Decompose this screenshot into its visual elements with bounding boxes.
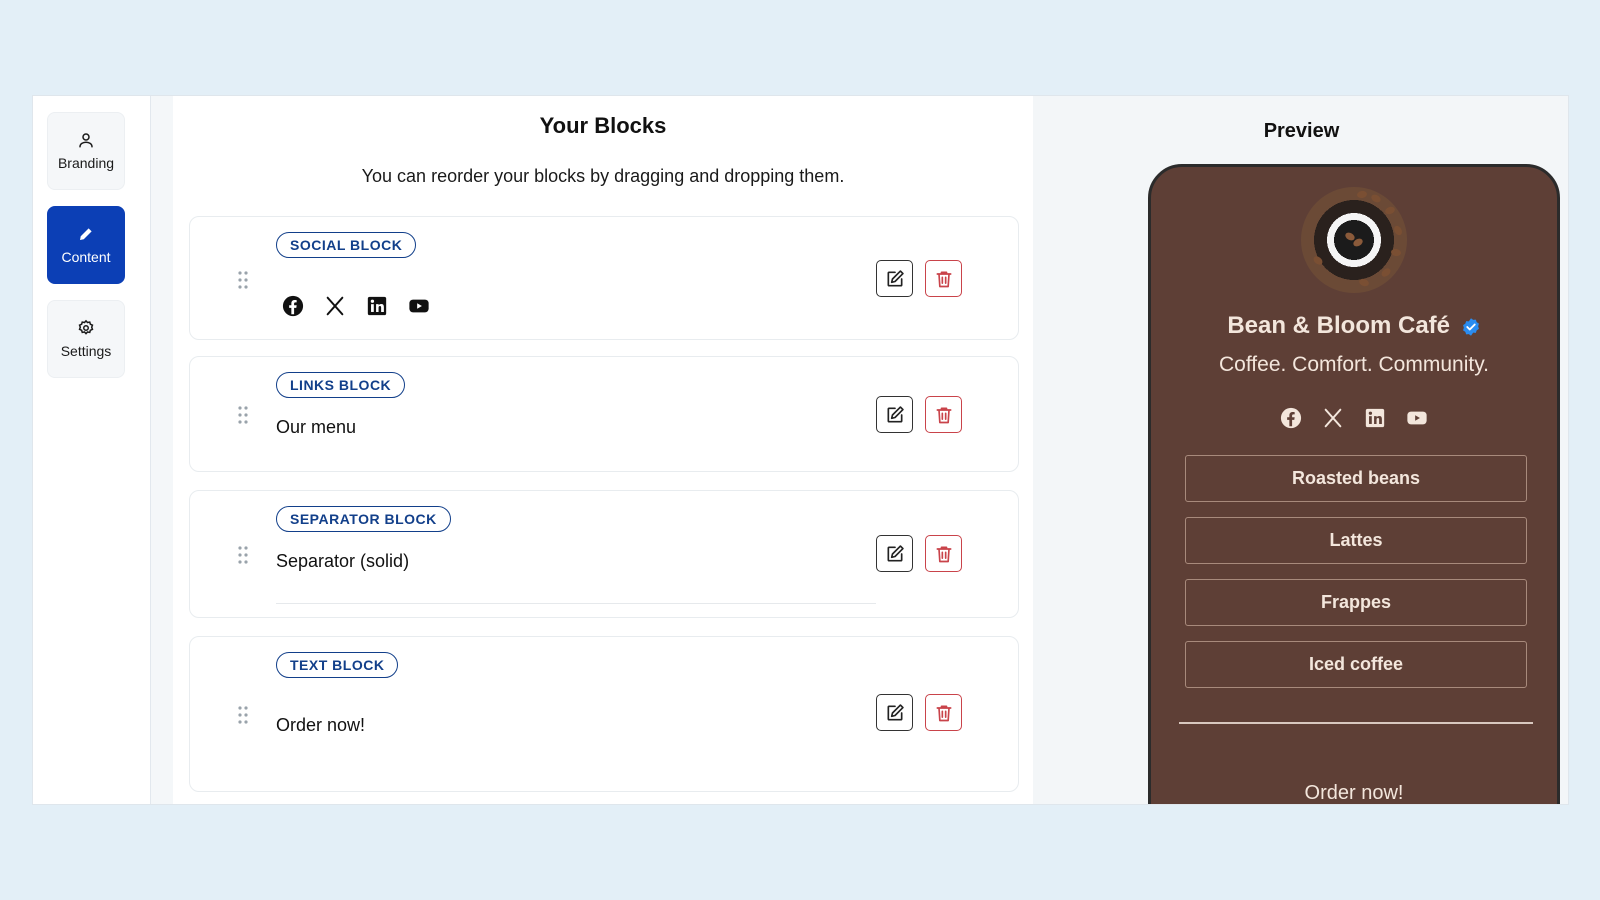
brand-name: Bean & Bloom Café: [1151, 312, 1557, 340]
delete-button[interactable]: [925, 535, 962, 572]
social-icons: [282, 295, 430, 317]
sidebar: Branding Content Settings: [33, 96, 151, 804]
trash-icon: [936, 407, 951, 423]
gutter: [151, 96, 173, 804]
edit-button[interactable]: [876, 260, 913, 297]
drag-handle-icon[interactable]: [238, 406, 248, 424]
brand-name-text: Bean & Bloom Café: [1227, 312, 1451, 339]
sidebar-item-label: Content: [61, 249, 111, 265]
delete-button[interactable]: [925, 260, 962, 297]
linkedin-icon[interactable]: [1364, 407, 1386, 429]
block-type-badge: SOCIAL BLOCK: [276, 232, 417, 258]
delete-button[interactable]: [925, 694, 962, 731]
links-block[interactable]: LINKS BLOCK Our menu: [189, 356, 1019, 472]
preview-social-icons: [1151, 407, 1557, 429]
linkedin-icon: [367, 296, 387, 316]
separator-block[interactable]: SEPARATOR BLOCK Separator (solid): [189, 490, 1019, 618]
social-block[interactable]: SOCIAL BLOCK: [189, 216, 1019, 340]
edit-button[interactable]: [876, 396, 913, 433]
sidebar-item-content[interactable]: Content: [47, 206, 125, 284]
preview-link-button[interactable]: Roasted beans: [1185, 455, 1527, 502]
edit-button[interactable]: [876, 694, 913, 731]
x-icon: [326, 296, 344, 316]
gear-icon: [78, 319, 94, 335]
separator-preview-line: [276, 603, 876, 604]
preview-link-button[interactable]: Lattes: [1185, 517, 1527, 564]
block-text: Our menu: [276, 417, 357, 437]
youtube-icon: [409, 299, 429, 313]
trash-icon: [936, 705, 951, 721]
edit-icon: [887, 269, 904, 286]
verified-badge-icon: [1462, 317, 1479, 336]
drag-handle-icon[interactable]: [238, 271, 248, 289]
block-type-badge: SEPARATOR BLOCK: [276, 506, 451, 532]
block-type-badge: TEXT BLOCK: [276, 652, 399, 678]
pencil-icon: [80, 228, 92, 240]
brand-tagline: Coffee. Comfort. Community.: [1219, 353, 1489, 376]
sidebar-item-label: Settings: [60, 343, 112, 359]
delete-button[interactable]: [925, 396, 962, 433]
trash-icon: [936, 271, 951, 287]
x-icon[interactable]: [1322, 407, 1344, 429]
page-title: Your Blocks: [539, 113, 667, 138]
block-type-badge: LINKS BLOCK: [276, 372, 406, 398]
page-subtitle: You can reorder your blocks by dragging …: [361, 166, 845, 186]
text-block[interactable]: TEXT BLOCK Order now!: [189, 636, 1019, 792]
preview-link-button[interactable]: Frappes: [1185, 579, 1527, 626]
preview-separator: [1179, 722, 1533, 724]
preview-title: Preview: [1263, 120, 1340, 142]
preview-link-button[interactable]: Iced coffee: [1185, 641, 1527, 688]
sidebar-item-label: Branding: [57, 155, 115, 171]
edit-icon: [887, 703, 904, 720]
drag-handle-icon[interactable]: [238, 706, 248, 724]
preview-panel: Preview Bean & Bloom Café Coffee. Comfor…: [1033, 96, 1568, 804]
app-window: Branding Content Settings Your Blocks Yo…: [32, 95, 1569, 805]
block-text: Separator (solid): [276, 551, 410, 571]
trash-icon: [936, 546, 951, 562]
facebook-icon: [282, 295, 304, 317]
youtube-icon[interactable]: [1406, 407, 1428, 429]
edit-button[interactable]: [876, 535, 913, 572]
facebook-icon[interactable]: [1280, 407, 1302, 429]
edit-icon: [887, 544, 904, 561]
sidebar-item-settings[interactable]: Settings: [47, 300, 125, 378]
preview-text-block: Order now!: [1304, 782, 1404, 804]
block-text: Order now!: [276, 715, 366, 735]
drag-handle-icon[interactable]: [238, 546, 248, 564]
blocks-panel: Your Blocks You can reorder your blocks …: [173, 96, 1033, 804]
user-icon: [79, 133, 93, 148]
phone-preview: Bean & Bloom Café Coffee. Comfort. Commu…: [1148, 164, 1560, 804]
sidebar-item-branding[interactable]: Branding: [47, 112, 125, 190]
edit-icon: [887, 405, 904, 422]
avatar: [1301, 187, 1407, 293]
